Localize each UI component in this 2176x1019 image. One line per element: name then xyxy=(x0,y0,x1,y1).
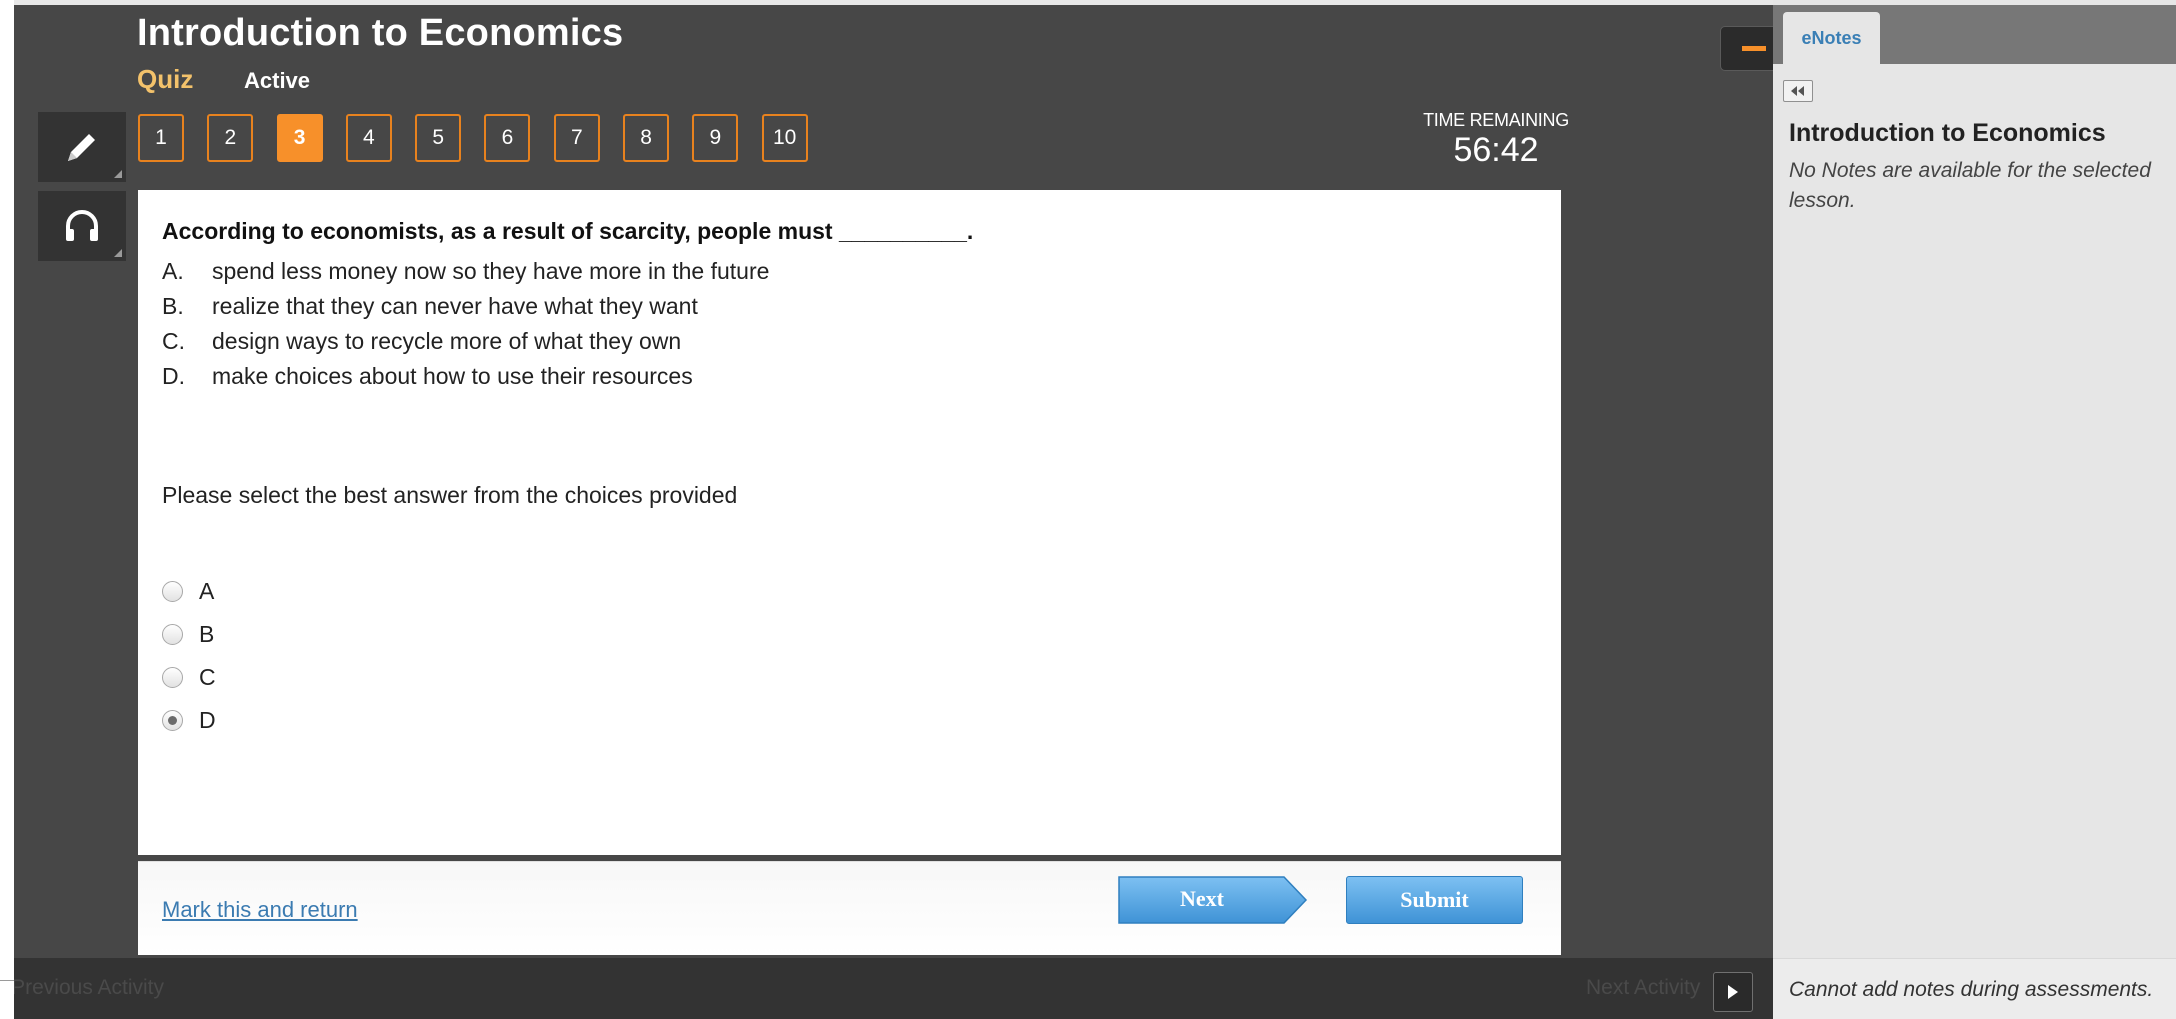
time-remaining-value: 56:42 xyxy=(1453,131,1539,169)
next-activity-button[interactable] xyxy=(1713,972,1753,1012)
play-icon xyxy=(1728,985,1738,999)
tool-menu-indicator xyxy=(114,170,122,178)
time-remaining-label: TIME REMAINING xyxy=(1423,110,1569,130)
tab-enotes[interactable]: eNotes xyxy=(1783,12,1880,64)
notes-footer-message: Cannot add notes during assessments. xyxy=(1789,978,2154,1001)
pencil-icon xyxy=(68,134,95,161)
question-footer: Mark this and return Next Submit xyxy=(138,861,1561,955)
question-panel: According to economists, as a result of … xyxy=(138,190,1561,855)
question-text: According to economists, as a result of … xyxy=(162,218,974,244)
rewind-icon xyxy=(1791,86,1804,96)
question-1-button[interactable]: 1 xyxy=(138,114,184,162)
enotes-panel: eNotes Introduction to Economics No Note… xyxy=(1773,0,2176,1019)
notes-lesson-title: Introduction to Economics xyxy=(1789,119,2106,147)
instruction-text: Please select the best answer from the c… xyxy=(162,482,738,508)
radio-label[interactable]: D xyxy=(199,707,216,734)
choice-text: design ways to recycle more of what they… xyxy=(212,328,682,354)
question-4-button[interactable]: 4 xyxy=(345,114,392,162)
choice-item: A. spend less money now so they have mor… xyxy=(162,258,769,285)
choice-text: make choices about how to use their reso… xyxy=(212,363,693,389)
previous-activity-link[interactable]: Previous Activity xyxy=(14,976,164,1000)
minus-icon xyxy=(1741,46,1766,51)
pencil-tool-button[interactable] xyxy=(38,112,126,182)
question-7-button[interactable]: 7 xyxy=(553,114,600,162)
tool-menu-indicator xyxy=(114,249,122,257)
notes-footer: Cannot add notes during assessments. xyxy=(1773,958,2176,1019)
next-button[interactable]: Next xyxy=(1118,876,1308,924)
choice-item: B. realize that they can never have what… xyxy=(162,293,698,320)
submit-button[interactable]: Submit xyxy=(1346,876,1523,924)
audio-tool-button[interactable] xyxy=(38,191,126,261)
choice-item: D. make choices about how to use their r… xyxy=(162,363,693,390)
answer-option-d[interactable]: D xyxy=(162,707,216,734)
answer-option-c[interactable]: C xyxy=(162,664,216,691)
radio-label[interactable]: C xyxy=(199,664,216,691)
radio-button[interactable] xyxy=(162,667,183,688)
radio-button-selected[interactable] xyxy=(162,710,183,731)
choice-text: realize that they can never have what th… xyxy=(212,293,698,319)
enotes-tab-bar: eNotes xyxy=(1773,5,2176,64)
radio-button[interactable] xyxy=(162,624,183,645)
notes-empty-message: No Notes are available for the selected … xyxy=(1789,159,2151,212)
activity-nav-bar: Previous Activity Next Activity xyxy=(14,958,1773,1019)
question-5-button[interactable]: 5 xyxy=(415,114,462,162)
radio-label[interactable]: A xyxy=(199,578,214,605)
answer-option-a[interactable]: A xyxy=(162,578,214,605)
left-edge-strip xyxy=(0,0,14,1019)
question-2-button[interactable]: 2 xyxy=(207,114,254,162)
choice-letter: B. xyxy=(162,293,184,319)
choice-letter: D. xyxy=(162,363,185,389)
headphones-icon xyxy=(66,210,98,241)
choice-letter: C. xyxy=(162,328,185,354)
radio-button[interactable] xyxy=(162,581,183,602)
question-8-button[interactable]: 8 xyxy=(623,114,670,162)
mark-and-return-link[interactable]: Mark this and return xyxy=(162,897,358,923)
question-10-button[interactable]: 10 xyxy=(761,114,808,162)
collapse-notes-button[interactable] xyxy=(1783,80,1813,102)
choice-item: C. design ways to recycle more of what t… xyxy=(162,328,681,355)
radio-label[interactable]: B xyxy=(199,621,214,648)
question-6-button[interactable]: 6 xyxy=(484,114,531,162)
question-3-button[interactable]: 3 xyxy=(276,114,323,162)
page-title: Introduction to Economics xyxy=(137,12,624,54)
activity-status-label: Active xyxy=(244,68,311,93)
choice-text: spend less money now so they have more i… xyxy=(212,258,770,284)
divider xyxy=(0,980,14,981)
activity-type-label: Quiz xyxy=(137,64,194,94)
question-navigator: 1 2 3 4 5 6 7 8 9 10 xyxy=(138,114,831,162)
choice-letter: A. xyxy=(162,258,184,284)
next-activity-link[interactable]: Next Activity xyxy=(1586,976,1700,1000)
next-button-label: Next xyxy=(1180,886,1224,911)
question-9-button[interactable]: 9 xyxy=(692,114,739,162)
answer-option-b[interactable]: B xyxy=(162,621,214,648)
quiz-window: Introduction to Economics Quiz Active 1 … xyxy=(14,5,1787,1019)
